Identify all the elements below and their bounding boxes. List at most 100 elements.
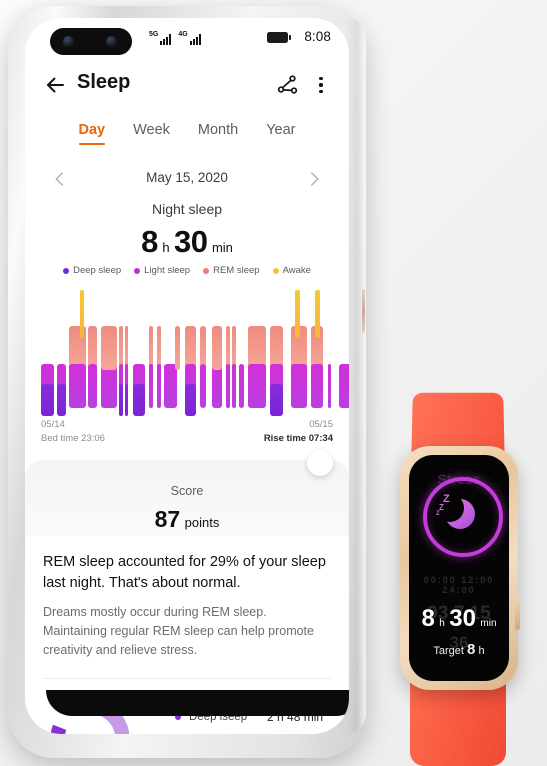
watch-side-button[interactable] bbox=[515, 596, 520, 630]
hypnogram-bar bbox=[315, 290, 320, 338]
battery-tip bbox=[289, 35, 291, 40]
score-number: 87 bbox=[154, 506, 181, 532]
menu-dot bbox=[319, 76, 323, 80]
scroll-handle[interactable] bbox=[307, 450, 333, 476]
hypnogram-bar bbox=[80, 290, 84, 338]
insight-title: REM sleep accounted for 29% of your slee… bbox=[43, 554, 326, 591]
score-unit: points bbox=[184, 515, 220, 530]
hypnogram-bar bbox=[175, 326, 180, 370]
watch-hours: 8 bbox=[421, 605, 435, 632]
watch-minutes-unit: min bbox=[480, 618, 497, 629]
duration-hours: 8 bbox=[141, 224, 158, 259]
legend-item-rem-sleep: REM sleep bbox=[203, 265, 260, 276]
front-camera-punchhole bbox=[50, 28, 132, 55]
phone-bottom-bezel bbox=[46, 690, 349, 716]
zzz-glyph: Z bbox=[443, 493, 450, 505]
watch-hours-unit: h bbox=[439, 618, 445, 629]
signal-2-generation: 4G bbox=[178, 31, 188, 38]
menu-dot bbox=[319, 90, 323, 94]
battery-body bbox=[267, 32, 288, 43]
night-sleep-label: Night sleep bbox=[151, 201, 223, 217]
phone-edge-highlight bbox=[346, 18, 366, 734]
hypnogram-bar bbox=[164, 364, 177, 408]
signal-bars-5g-icon: 5G bbox=[149, 31, 172, 45]
watch-screen[interactable]: Stress 00:00 12:00 24:00 93 7 15 36 Z Z … bbox=[409, 455, 509, 681]
duration-minutes-unit: min bbox=[211, 240, 233, 255]
hypnogram-bar bbox=[328, 364, 331, 408]
status-bar-clock: 8:08 bbox=[304, 29, 331, 44]
back-arrow-icon[interactable] bbox=[43, 73, 67, 97]
hypnogram-bar bbox=[212, 364, 222, 408]
hypnogram-bar bbox=[232, 364, 236, 408]
period-tabs: Day Week Month Year bbox=[25, 122, 349, 145]
watch-case: Stress 00:00 12:00 24:00 93 7 15 36 Z Z … bbox=[400, 446, 520, 690]
smartwatch-device: Stress 00:00 12:00 24:00 93 7 15 36 Z Z … bbox=[386, 392, 534, 766]
insight-section: REM sleep accounted for 29% of your slee… bbox=[43, 552, 333, 660]
camera-lens-icon bbox=[63, 36, 74, 47]
signal-bars-4g-icon: 4G bbox=[178, 31, 201, 45]
overflow-menu-icon[interactable] bbox=[311, 73, 331, 97]
chart-legend: Deep sleep Light sleep REM sleep Awake bbox=[25, 265, 349, 276]
legend-label: REM sleep bbox=[213, 265, 260, 276]
chevron-right-icon[interactable] bbox=[305, 170, 323, 188]
score-card: Score 87 points bbox=[25, 460, 349, 536]
page-title: Sleep bbox=[77, 71, 131, 93]
signal-indicators: 5G 4G bbox=[149, 31, 201, 45]
watch-band-bottom bbox=[410, 680, 506, 766]
bed-time-block: 05/14 Bed time 23:06 bbox=[41, 418, 105, 446]
score-label: Score bbox=[170, 484, 204, 498]
hypnogram-bar bbox=[295, 290, 300, 338]
legend-dot bbox=[63, 267, 70, 274]
section-divider bbox=[43, 678, 331, 679]
camera-lens-icon bbox=[106, 36, 117, 47]
signal-bars-icon bbox=[160, 34, 172, 45]
hypnogram-bar bbox=[41, 384, 54, 416]
duration-minutes: 30 bbox=[174, 224, 208, 259]
hypnogram-bar bbox=[69, 364, 86, 408]
hypnogram-bar bbox=[149, 364, 153, 408]
sleep-hypnogram-chart[interactable] bbox=[39, 288, 349, 416]
tab-week[interactable]: Week bbox=[133, 122, 170, 145]
menu-dot bbox=[319, 83, 323, 87]
legend-dot bbox=[203, 267, 210, 274]
bed-date: 05/14 bbox=[41, 419, 65, 430]
signal-bars-icon bbox=[189, 34, 201, 45]
tab-year[interactable]: Year bbox=[266, 122, 295, 145]
hypnogram-bar bbox=[57, 384, 66, 416]
zzz-glyph: Z bbox=[436, 511, 440, 517]
tab-month[interactable]: Month bbox=[198, 122, 238, 145]
rise-time: Rise time 07:34 bbox=[263, 433, 333, 444]
hypnogram-bar bbox=[239, 364, 244, 408]
watch-sleep-duration: 8 h 30 min bbox=[409, 605, 509, 633]
hypnogram-bar bbox=[248, 364, 266, 408]
phone-side-button[interactable] bbox=[362, 289, 365, 333]
hypnogram-bar bbox=[119, 384, 123, 416]
legend-item-awake: Awake bbox=[272, 265, 311, 276]
hypnogram-bar bbox=[212, 326, 222, 370]
hypnogram-bar bbox=[311, 364, 323, 408]
signal-1-generation: 5G bbox=[149, 31, 159, 38]
hypnogram-bar bbox=[291, 364, 307, 408]
hypnogram-bar bbox=[157, 364, 161, 408]
status-bar: 5G 4G 8:08 bbox=[25, 18, 349, 58]
date-navigation: May 15, 2020 bbox=[25, 168, 349, 194]
hypnogram-bar bbox=[101, 326, 117, 370]
hypnogram-bar bbox=[125, 384, 128, 416]
current-date-label: May 15, 2020 bbox=[146, 170, 228, 185]
watch-target-row: Target 8 h bbox=[409, 641, 509, 658]
list-item[interactable]: Light sleep 3 h 13 min bbox=[175, 729, 335, 734]
rise-date: 05/15 bbox=[309, 419, 333, 430]
score-value: 87 points bbox=[25, 506, 349, 533]
hypnogram-bar bbox=[101, 364, 117, 408]
hypnogram-bar bbox=[185, 384, 196, 416]
battery-icon bbox=[267, 32, 291, 43]
legend-label: Deep sleep bbox=[73, 265, 122, 276]
tab-day[interactable]: Day bbox=[78, 122, 105, 145]
legend-label: Awake bbox=[282, 265, 311, 276]
bed-time: Bed time 23:06 bbox=[41, 433, 105, 444]
watch-target-value: 8 bbox=[467, 641, 476, 658]
share-icon[interactable] bbox=[275, 73, 299, 97]
hypnogram-bar bbox=[226, 364, 230, 408]
screenshot-stage: 5G 4G 8:08 Sleep Day Week Month Year May… bbox=[0, 0, 547, 766]
watch-minutes: 30 bbox=[449, 605, 476, 632]
